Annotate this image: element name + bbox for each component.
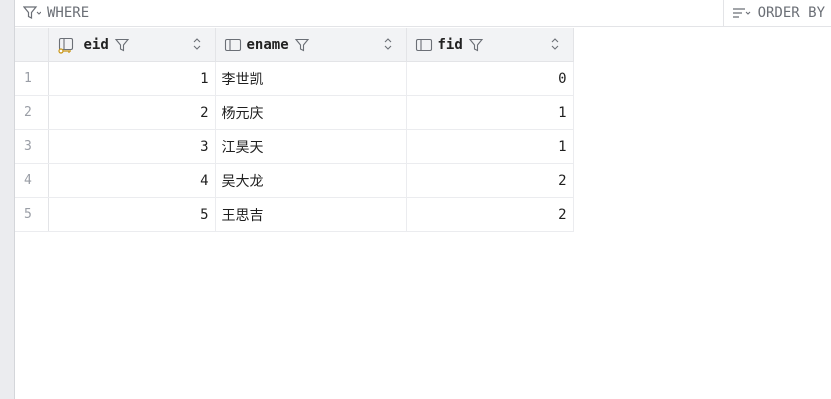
column-header-eid[interactable]: eid	[48, 28, 216, 62]
row-number: 4	[15, 163, 49, 198]
cell-eid[interactable]: 2	[48, 95, 216, 130]
column-filter-icon[interactable]	[468, 38, 484, 52]
cell-ename[interactable]: 江昊天	[215, 129, 407, 164]
column-filter-icon[interactable]	[114, 38, 130, 52]
cell-eid[interactable]: 5	[48, 197, 216, 232]
table-row[interactable]: 5 5 王思吉 2	[15, 197, 574, 232]
cell-eid[interactable]: 3	[48, 129, 216, 164]
cell-fid[interactable]: 1	[406, 129, 574, 164]
column-name: ename	[246, 36, 289, 53]
row-number: 3	[15, 129, 49, 164]
header-row: eid ename fid	[15, 28, 574, 62]
column-icon	[224, 37, 242, 53]
cell-fid[interactable]: 1	[406, 95, 574, 130]
filter-bar: WHERE ORDER BY	[15, 0, 831, 27]
row-number: 2	[15, 95, 49, 130]
cell-fid[interactable]: 2	[406, 197, 574, 232]
cell-ename[interactable]: 李世凯	[215, 61, 407, 96]
column-name: eid	[83, 36, 109, 53]
primary-key-column-icon	[57, 36, 79, 54]
table-row[interactable]: 1 1 李世凯 0	[15, 61, 574, 96]
column-filter-icon[interactable]	[294, 38, 310, 52]
cell-ename[interactable]: 杨元庆	[215, 95, 407, 130]
row-number: 5	[15, 197, 49, 232]
cell-ename[interactable]: 王思吉	[215, 197, 407, 232]
table-row[interactable]: 4 4 吴大龙 2	[15, 163, 574, 198]
where-filter[interactable]: WHERE	[23, 0, 89, 26]
cell-eid[interactable]: 4	[48, 163, 216, 198]
row-number-header	[15, 28, 49, 62]
order-by-label: ORDER BY	[757, 5, 825, 21]
column-header-ename[interactable]: ename	[215, 28, 407, 62]
cell-eid[interactable]: 1	[48, 61, 216, 96]
sort-icon[interactable]	[193, 37, 201, 55]
filter-icon	[23, 6, 41, 20]
cell-fid[interactable]: 0	[406, 61, 574, 96]
column-name: fid	[437, 36, 463, 53]
table-row[interactable]: 2 2 杨元庆 1	[15, 95, 574, 130]
sort-lines-icon	[732, 6, 752, 20]
cell-fid[interactable]: 2	[406, 163, 574, 198]
column-icon	[415, 37, 433, 53]
column-header-fid[interactable]: fid	[406, 28, 574, 62]
row-number: 1	[15, 61, 49, 96]
left-gutter	[0, 0, 15, 399]
result-grid: eid ename fid 1 1 李世凯 0 2 2 杨元庆 1 3 3 江昊…	[15, 28, 574, 232]
where-label: WHERE	[47, 5, 90, 21]
order-by-filter[interactable]: ORDER BY	[722, 0, 831, 26]
sort-icon[interactable]	[384, 37, 392, 55]
table-row[interactable]: 3 3 江昊天 1	[15, 129, 574, 164]
sort-icon[interactable]	[551, 37, 559, 55]
cell-ename[interactable]: 吴大龙	[215, 163, 407, 198]
